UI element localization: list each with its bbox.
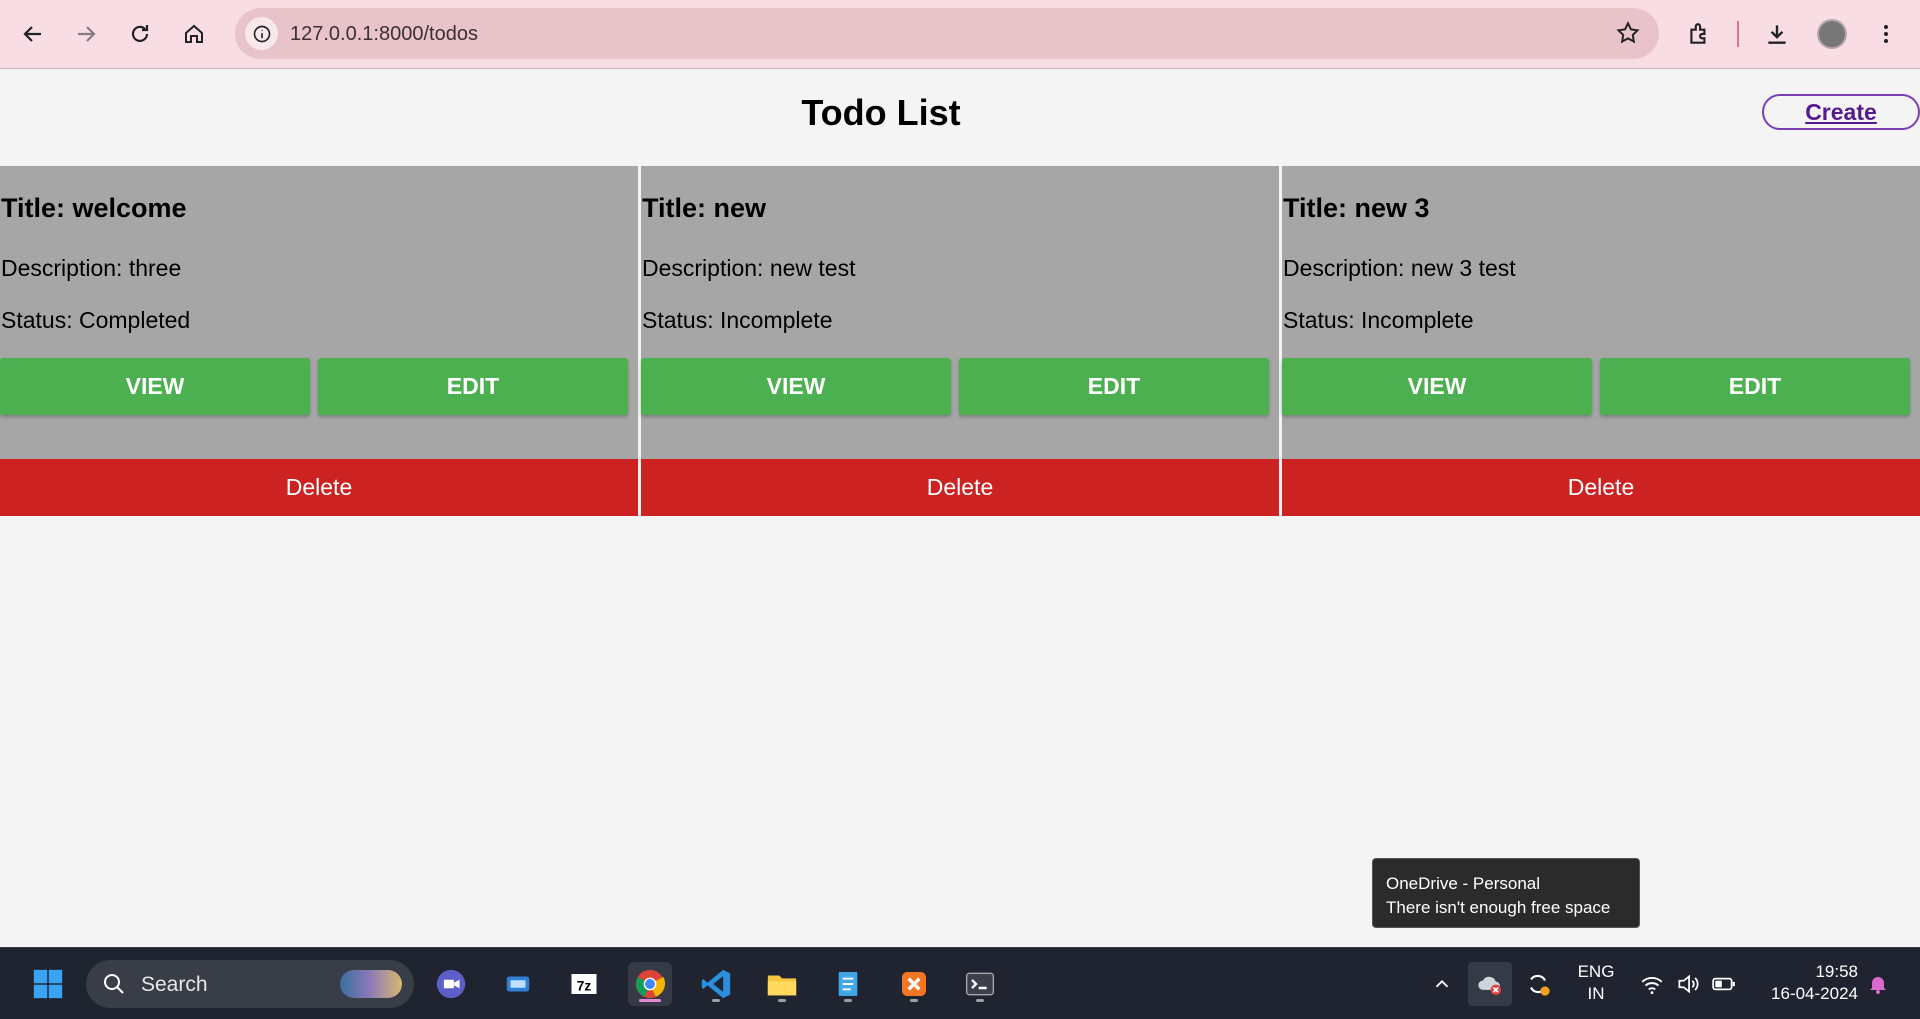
- todo-status: Status: Incomplete: [642, 307, 833, 333]
- app-icon[interactable]: [496, 962, 540, 1006]
- home-icon[interactable]: [174, 14, 214, 54]
- view-button[interactable]: VIEW: [1282, 358, 1592, 415]
- todo-list: Title: welcome Description: three Status…: [0, 166, 1920, 516]
- notepad-icon[interactable]: [826, 962, 870, 1006]
- toolbar-divider: [1737, 21, 1739, 47]
- delete-button[interactable]: Delete: [641, 459, 1279, 516]
- file-explorer-icon[interactable]: [760, 962, 804, 1006]
- browser-toolbar: 127.0.0.1:8000/todos: [0, 0, 1920, 69]
- menu-dots-icon[interactable]: [1866, 14, 1906, 54]
- edit-button[interactable]: EDIT: [1600, 358, 1910, 415]
- onedrive-notification[interactable]: OneDrive - Personal There isn't enough f…: [1372, 858, 1640, 928]
- chrome-icon[interactable]: [628, 962, 672, 1006]
- battery-icon[interactable]: [1702, 962, 1746, 1006]
- xampp-icon[interactable]: [892, 962, 936, 1006]
- todo-description: Description: three: [1, 255, 182, 281]
- back-icon[interactable]: [13, 14, 53, 54]
- taskbar: Search 7z ENG IN 19:58 16-04-2024: [0, 947, 1920, 1019]
- search-highlight-image: [340, 970, 402, 998]
- notification-message: There isn't enough free space: [1386, 898, 1611, 917]
- todo-description: Description: new 3 test: [1283, 255, 1516, 281]
- chevron-up-icon[interactable]: [1420, 962, 1464, 1006]
- todo-card: Title: new Description: new test Status:…: [641, 166, 1279, 516]
- todo-status: Status: Incomplete: [1283, 307, 1474, 333]
- create-button[interactable]: Create: [1762, 94, 1920, 130]
- edit-button[interactable]: EDIT: [959, 358, 1269, 415]
- sync-icon[interactable]: [1516, 962, 1560, 1006]
- page-title: Todo List: [801, 92, 961, 133]
- notification-title: OneDrive - Personal: [1386, 874, 1541, 893]
- todo-title: Title: welcome: [1, 193, 187, 223]
- view-button[interactable]: VIEW: [641, 358, 951, 415]
- meet-icon[interactable]: [429, 962, 473, 1006]
- language-code: ENG: [1577, 962, 1615, 981]
- view-button[interactable]: VIEW: [0, 358, 310, 415]
- windows-start-icon[interactable]: [26, 962, 70, 1006]
- 7zip-icon[interactable]: 7z: [562, 962, 606, 1006]
- download-icon[interactable]: [1757, 14, 1797, 54]
- delete-button[interactable]: Delete: [0, 459, 638, 516]
- language-indicator[interactable]: ENG IN: [1574, 961, 1618, 1005]
- url-text[interactable]: 127.0.0.1:8000/todos: [290, 23, 478, 46]
- clock-time: 19:58: [1815, 962, 1858, 981]
- svg-text:7z: 7z: [577, 978, 592, 993]
- region-code: IN: [1587, 984, 1605, 1003]
- address-bar[interactable]: 127.0.0.1:8000/todos: [235, 8, 1659, 59]
- extensions-icon[interactable]: [1679, 14, 1719, 54]
- todo-card: Title: welcome Description: three Status…: [0, 166, 638, 516]
- edit-button[interactable]: EDIT: [318, 358, 628, 415]
- forward-icon[interactable]: [66, 14, 106, 54]
- clock[interactable]: 19:58 16-04-2024: [1754, 961, 1858, 1005]
- todo-status: Status: Completed: [1, 307, 191, 333]
- clock-date: 16-04-2024: [1771, 984, 1858, 1003]
- search-icon: [104, 974, 124, 994]
- todo-description: Description: new test: [642, 255, 856, 281]
- delete-button[interactable]: Delete: [1282, 459, 1920, 516]
- bookmark-star-icon[interactable]: [1615, 20, 1641, 51]
- onedrive-error-icon[interactable]: [1468, 962, 1512, 1006]
- reload-icon[interactable]: [120, 14, 160, 54]
- todo-title: Title: new 3: [1283, 193, 1430, 223]
- notification-bell-icon[interactable]: [1856, 962, 1900, 1006]
- profile-avatar[interactable]: [1812, 14, 1852, 54]
- terminal-icon[interactable]: [958, 962, 1002, 1006]
- todo-card: Title: new 3 Description: new 3 test Sta…: [1282, 166, 1920, 516]
- taskbar-search[interactable]: Search: [86, 960, 414, 1008]
- search-label: Search: [141, 973, 208, 996]
- vscode-icon[interactable]: [694, 962, 738, 1006]
- todo-title: Title: new: [642, 193, 767, 223]
- site-info-icon[interactable]: [245, 17, 278, 50]
